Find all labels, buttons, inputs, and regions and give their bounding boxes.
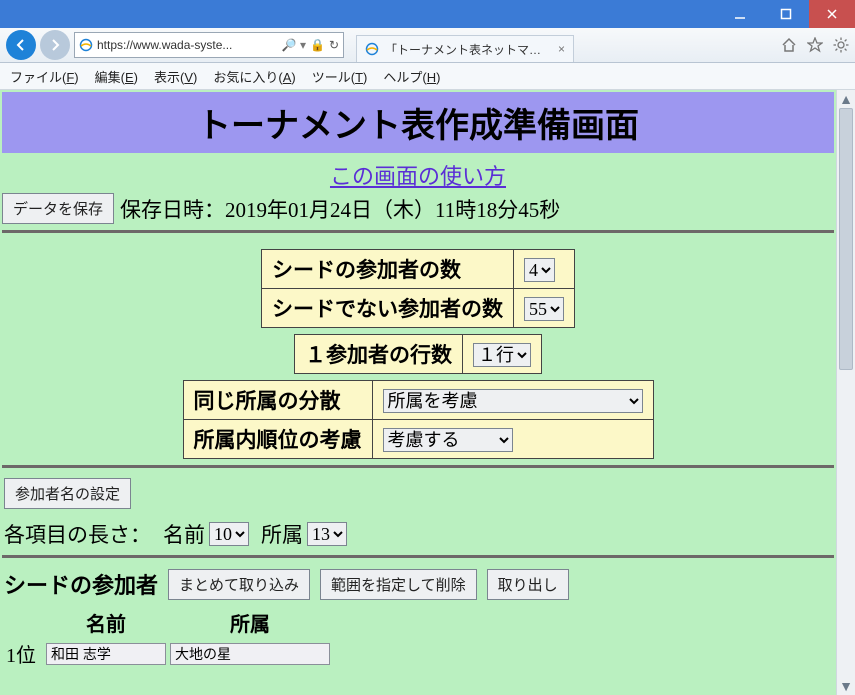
- aff-length-label: 所属: [261, 519, 303, 549]
- rank-consider-label: 所属内順位の考慮: [183, 420, 372, 459]
- window-maximize-button[interactable]: [763, 0, 809, 28]
- table-row: 1位: [4, 639, 332, 668]
- participant-settings-button[interactable]: 参加者名の設定: [4, 478, 131, 509]
- refresh-icon[interactable]: ↻: [329, 38, 339, 52]
- spread-label: 同じ所属の分散: [183, 381, 372, 420]
- seed-section-title: シードの参加者: [4, 568, 158, 600]
- nonseed-count-select[interactable]: 55: [524, 297, 564, 321]
- scrollbar-thumb[interactable]: [839, 108, 853, 370]
- name-length-label: 名前: [163, 519, 205, 549]
- tab-close-icon[interactable]: ×: [558, 42, 565, 56]
- nonseed-count-label: シードでない参加者の数: [262, 289, 514, 328]
- tab-strip: 「トーナメント表ネットマネージャ... ×: [348, 28, 777, 62]
- browser-tab[interactable]: 「トーナメント表ネットマネージャ... ×: [356, 35, 574, 62]
- rank-consider-select[interactable]: 考慮する: [383, 428, 513, 452]
- lock-icon: 🔒: [310, 38, 325, 52]
- menubar: ファイル(F) 編集(E) 表示(V) お気に入り(A) ツール(T) ヘルプ(…: [0, 63, 855, 90]
- window-minimize-button[interactable]: [717, 0, 763, 28]
- seed-count-label: シードの参加者の数: [262, 250, 514, 289]
- spread-select[interactable]: 所属を考慮: [383, 389, 643, 413]
- forward-button[interactable]: [40, 30, 70, 60]
- seed-row-rank: 1位: [4, 639, 44, 668]
- aff-length-select[interactable]: 13: [307, 522, 347, 546]
- menu-tools[interactable]: ツール(T): [312, 67, 368, 86]
- seed-row-aff-input[interactable]: [170, 643, 330, 665]
- seed-delete-range-button[interactable]: 範囲を指定して削除: [320, 569, 477, 600]
- menu-file[interactable]: ファイル(F): [10, 67, 79, 86]
- scroll-down-icon[interactable]: ▼: [837, 677, 855, 695]
- name-length-select[interactable]: 10: [209, 522, 249, 546]
- window-titlebar: [0, 0, 855, 28]
- lines-label: １参加者の行数: [295, 335, 463, 374]
- seed-export-button[interactable]: 取り出し: [487, 569, 569, 600]
- star-icon[interactable]: [807, 37, 823, 53]
- usage-link[interactable]: この画面の使い方: [330, 164, 506, 189]
- separator: [2, 465, 834, 468]
- page-title: トーナメント表作成準備画面: [2, 92, 834, 153]
- page-body: トーナメント表作成準備画面 この画面の使い方 データを保存 保存日時：2019年…: [0, 90, 836, 695]
- menu-view[interactable]: 表示(V): [154, 67, 197, 86]
- browser-navbar: https://www.wada-syste... 🔎 ▾ 🔒 ↻ 「トーナメン…: [0, 28, 855, 63]
- address-url: https://www.wada-syste...: [97, 38, 278, 52]
- separator: [2, 555, 834, 558]
- seed-col-name: 名前: [44, 606, 168, 639]
- separator: [2, 230, 834, 233]
- ie-icon: [79, 38, 93, 52]
- save-timestamp: 保存日時：2019年01月24日（木）11時18分45秒: [120, 194, 560, 224]
- gear-icon[interactable]: [833, 37, 849, 53]
- seed-row-name-input[interactable]: [46, 643, 166, 665]
- menu-edit[interactable]: 編集(E): [95, 67, 138, 86]
- window-close-button[interactable]: [809, 0, 855, 28]
- scroll-up-icon[interactable]: ▲: [837, 90, 855, 108]
- lines-select[interactable]: １行: [473, 343, 531, 367]
- seed-count-select[interactable]: 4: [524, 258, 555, 282]
- menu-help[interactable]: ヘルプ(H): [383, 67, 440, 86]
- seed-import-button[interactable]: まとめて取り込み: [168, 569, 310, 600]
- address-bar[interactable]: https://www.wada-syste... 🔎 ▾ 🔒 ↻: [74, 32, 344, 58]
- ie-icon: [365, 42, 379, 56]
- back-button[interactable]: [6, 30, 36, 60]
- vertical-scrollbar[interactable]: ▲ ▼: [836, 90, 855, 695]
- seed-col-aff: 所属: [168, 606, 332, 639]
- menu-fav[interactable]: お気に入り(A): [213, 67, 295, 86]
- home-icon[interactable]: [781, 37, 797, 53]
- tab-title: 「トーナメント表ネットマネージャ...: [385, 41, 552, 58]
- save-button[interactable]: データを保存: [2, 193, 114, 224]
- length-header: 各項目の長さ：: [4, 519, 151, 549]
